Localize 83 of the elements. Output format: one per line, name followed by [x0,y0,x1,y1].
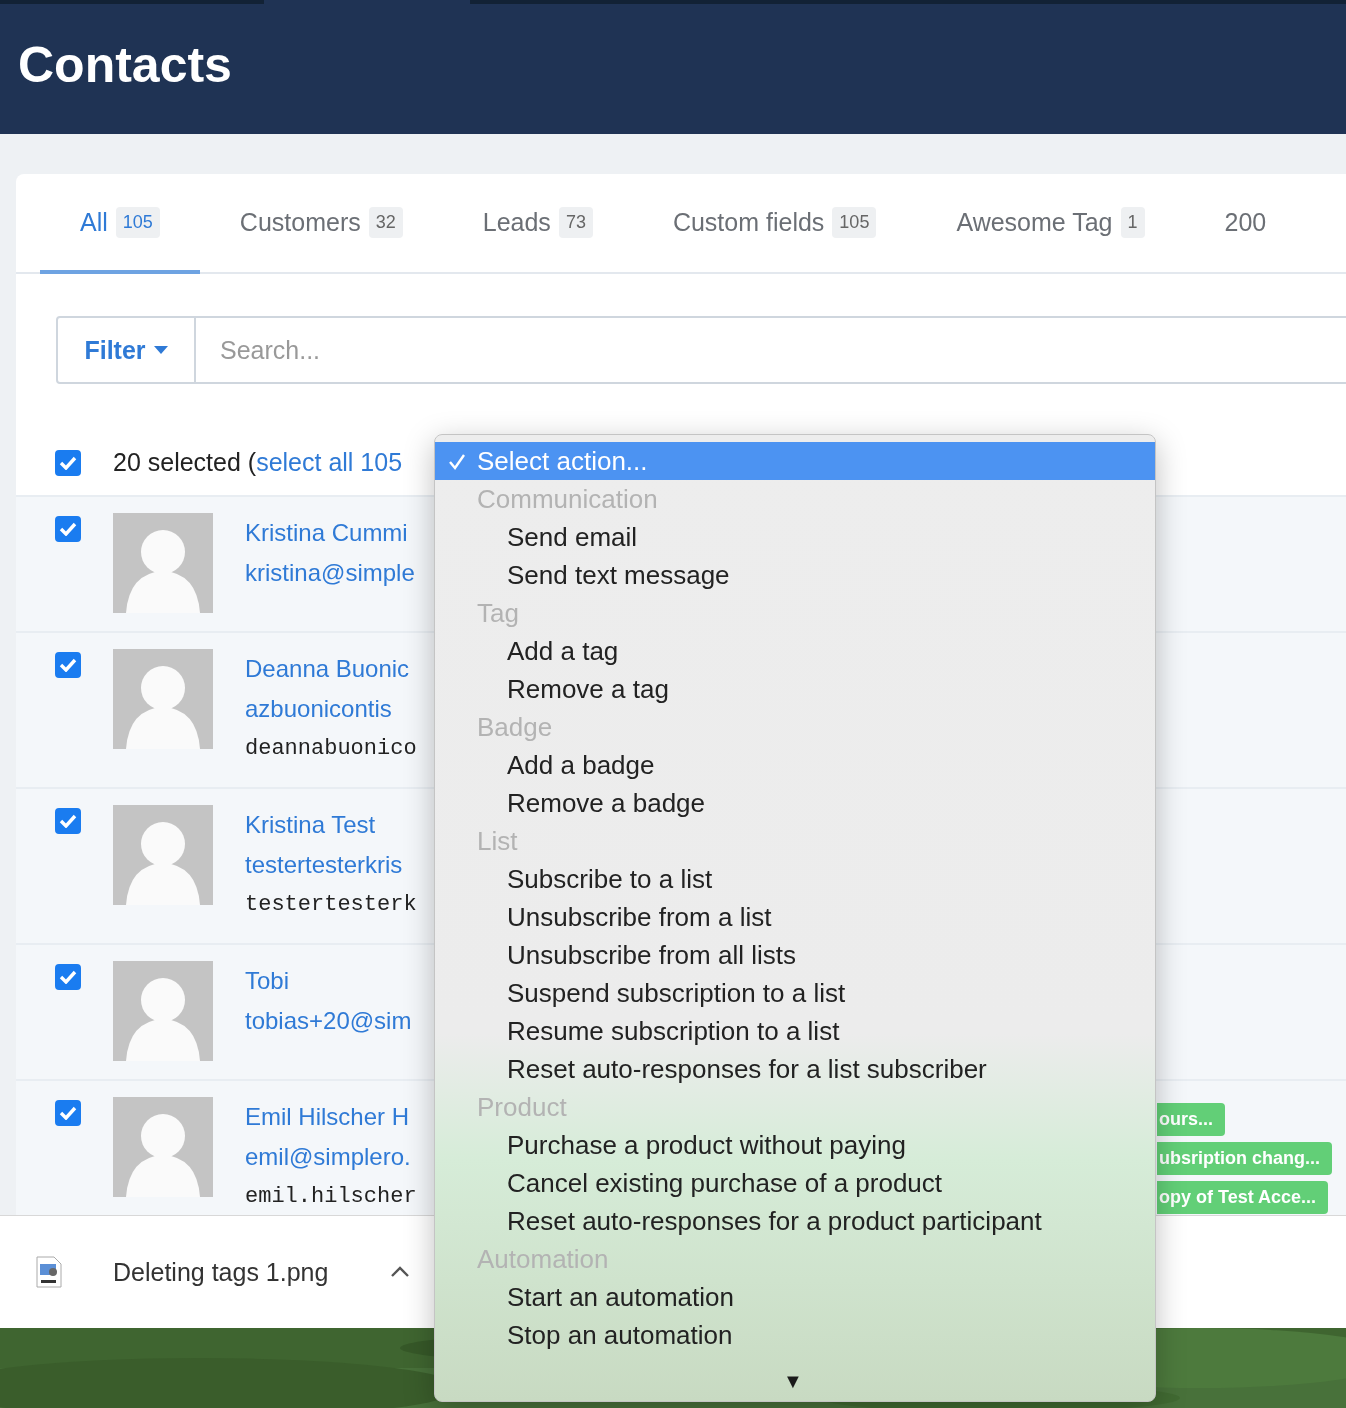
count-badge: 73 [558,206,593,238]
select-all-link[interactable]: select all 105 [256,448,403,477]
menu-item[interactable]: Remove a tag [435,670,1155,708]
menu-item[interactable]: Cancel existing purchase of a product [435,1164,1155,1202]
tab[interactable]: 200 [1184,174,1307,274]
menu-item[interactable]: Reset auto-responses for a product participant [435,1202,1155,1240]
tab-label: Awesome Tag [956,207,1113,237]
menu-item[interactable]: Reset auto-responses for a list subscriber [435,1050,1155,1088]
tag: opy of Test Acce... [1157,1181,1329,1214]
contact-email[interactable]: kristina@simple [245,553,433,593]
tab-label: Custom fields [672,207,825,237]
checkbox[interactable] [55,652,81,678]
search-field[interactable]: Search... [196,316,1346,384]
checkbox[interactable] [55,1100,81,1126]
checkmark-icon [59,455,77,470]
tab-label: 200 [1224,207,1267,237]
contact-email[interactable]: testertesterkris [245,845,433,885]
menu-item[interactable]: Purchase a product without paying [435,1126,1155,1164]
avatar-icon [113,513,213,613]
tab[interactable]: Awesome Tag 1 [916,174,1185,274]
contact-email[interactable]: tobias+20@sim [245,1001,433,1041]
menu-item[interactable]: Suspend subscription to a list [435,974,1155,1012]
tag: ours... [1157,1103,1225,1136]
menu-group-label: List [476,825,519,858]
contact-name[interactable]: Tobi [245,961,433,1001]
scroll-down-arrow[interactable]: ▼ [783,1369,803,1393]
checkbox[interactable] [55,516,81,542]
menu-item[interactable]: Start an automation [435,1278,1155,1316]
avatar-icon [113,961,213,1061]
contact-email[interactable]: azbuonicontis [245,689,433,729]
checkmark-icon [447,452,467,472]
tab[interactable]: All 105 [40,174,200,274]
checkbox[interactable] [55,964,81,990]
menu-item[interactable]: Unsubscribe from a list [435,898,1155,936]
contact-name[interactable]: Kristina Test [245,805,433,845]
checkmark-icon [59,658,77,672]
menu-group-label: Product [476,1091,568,1124]
filter-button[interactable]: Filter [56,316,196,384]
checkmark-icon [59,814,77,828]
contact-username: deannabuonico [245,735,418,763]
chevron-up-icon[interactable] [390,1266,411,1278]
checkbox[interactable] [55,808,81,834]
menu-item[interactable]: Send text message [435,556,1155,594]
menu-group-label: Communication [476,483,659,516]
page-title: Contacts [18,40,232,95]
avatar-icon [113,649,213,749]
menu-item[interactable]: Send email [435,518,1155,556]
menu-item[interactable]: Resume subscription to a list [435,1012,1155,1050]
checkmark-icon [59,1106,77,1120]
tab[interactable]: Leads 73 [442,174,633,274]
count-badge: 1 [1120,206,1145,238]
tab[interactable]: Custom fields 105 [632,174,917,274]
contact-name[interactable]: Kristina Cummi [245,513,433,553]
contact-name[interactable]: Emil Hilscher H [245,1097,433,1137]
selection-count: 20 selected ( [113,448,257,477]
tab-label: Leads [482,207,551,237]
contact-name[interactable]: Deanna Buonic [245,649,433,689]
menu-item[interactable]: Subscribe to a list [435,860,1155,898]
png-file-icon [36,1256,62,1288]
menu-item[interactable]: Add a badge [435,746,1155,784]
download-file-name[interactable]: Deleting tags 1.png [113,1257,329,1287]
checkbox[interactable] [55,449,81,476]
menu-group-label: Badge [476,711,554,744]
checkmark-icon [59,970,77,984]
menu-group-label: Tag [476,597,520,630]
avatar-icon [113,805,213,905]
count-badge: 32 [368,206,403,238]
avatar-icon [113,1097,213,1197]
menu-item[interactable]: Remove a badge [435,784,1155,822]
contact-username: emil.hilscher [245,1183,418,1211]
tab[interactable]: Customers 32 [199,174,443,274]
count-badge: 105 [115,206,160,238]
checkmark-icon [59,522,77,536]
tag: ubsription chang... [1157,1142,1332,1175]
menu-item[interactable]: Add a tag [435,632,1155,670]
contact-username: testertesterk [245,891,418,919]
caret-icon [153,346,168,354]
contact-email[interactable]: emil@simplero. [245,1137,433,1177]
menu-item[interactable]: Unsubscribe from all lists [435,936,1155,974]
count-badge: 105 [832,206,877,238]
menu-item[interactable]: Stop an automation [435,1316,1155,1354]
tab-label: All [80,207,108,237]
tab-label: Customers [239,207,361,237]
